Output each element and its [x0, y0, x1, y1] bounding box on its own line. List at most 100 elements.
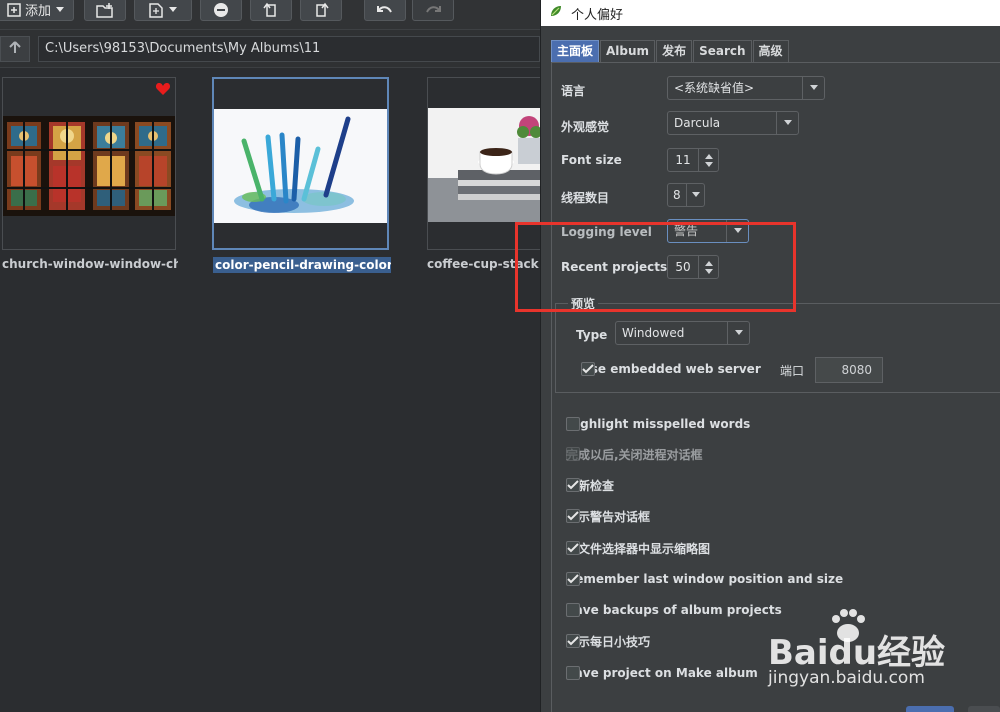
- thumbnail-caption-selected: color-pencil-drawing-coloring: [213, 257, 391, 273]
- option-checkbox-row: 完成以后,关闭进程对话框: [566, 446, 703, 462]
- font-size-label: Font size: [561, 153, 622, 167]
- color-pencil-image: [214, 109, 387, 223]
- option-label: Remember last window position and size: [566, 572, 844, 586]
- new-page-button[interactable]: [134, 0, 192, 21]
- checked-checkbox[interactable]: [566, 634, 580, 648]
- preview-type-label: Type: [576, 328, 608, 342]
- chevron-down-icon: [802, 77, 824, 99]
- chevron-down-icon: [727, 322, 749, 344]
- thumbnail-caption: coffee-cup-stack-b: [427, 257, 539, 271]
- thumbnail-color-pencil[interactable]: [212, 77, 389, 250]
- up-folder-button[interactable]: [0, 36, 30, 62]
- rotate-left-icon: [263, 2, 279, 18]
- checked-checkbox[interactable]: [566, 541, 580, 555]
- option-checkbox-row[interactable]: Save project on Make album: [566, 665, 758, 681]
- threads-label: 线程数目: [561, 191, 610, 205]
- minus-circle-icon: [213, 2, 229, 18]
- checked-checkbox[interactable]: [566, 478, 580, 492]
- recent-projects-spinner[interactable]: 50: [667, 255, 719, 279]
- tab-main[interactable]: 主面板: [551, 40, 600, 62]
- new-page-icon: [148, 2, 164, 18]
- spinner-arrows-icon[interactable]: [698, 149, 718, 171]
- chevron-down-icon: [168, 6, 178, 14]
- app-logo-icon: [549, 4, 563, 22]
- undo-icon: [377, 4, 393, 16]
- embedded-server-checkbox[interactable]: [581, 362, 595, 376]
- logging-level-value: 警告: [674, 224, 699, 238]
- dialog-title: 个人偏好: [571, 7, 624, 23]
- port-field[interactable]: 8080: [815, 357, 883, 383]
- favorite-heart-icon[interactable]: [155, 82, 171, 100]
- checked-checkbox[interactable]: [566, 509, 580, 523]
- baidu-watermark: Baidu经验 jingyan.baidu.com: [768, 605, 948, 688]
- unchecked-checkbox[interactable]: [566, 603, 580, 617]
- preview-type-select[interactable]: Windowed: [615, 321, 750, 345]
- preview-group-title: 预览: [568, 295, 599, 312]
- unchecked-checkbox[interactable]: [566, 417, 580, 431]
- main-toolbar: 添加: [0, 0, 540, 30]
- look-feel-value: Darcula: [674, 116, 721, 130]
- option-checkbox-row[interactable]: 显示每日小技巧: [566, 633, 650, 649]
- logging-level-select[interactable]: 警告: [667, 219, 749, 243]
- watermark-sub-text: jingyan.baidu.com: [768, 668, 925, 688]
- font-size-spinner[interactable]: 11: [667, 148, 719, 172]
- new-folder-button[interactable]: [84, 0, 126, 21]
- remove-button[interactable]: [200, 0, 242, 21]
- font-size-value: 11: [675, 153, 691, 167]
- logging-level-label: Logging level: [561, 225, 652, 239]
- dialog-titlebar[interactable]: 个人偏好: [541, 0, 1000, 26]
- spinner-arrows-icon[interactable]: [698, 256, 718, 278]
- option-checkbox-row[interactable]: Remember last window position and size: [566, 571, 843, 587]
- add-icon: [7, 2, 21, 17]
- option-label: Save project on Make album: [566, 666, 758, 680]
- threads-value: 8: [673, 188, 681, 202]
- tab-album[interactable]: Album: [600, 40, 656, 62]
- option-label: Highlight misspelled words: [566, 417, 751, 431]
- cancel-button[interactable]: [968, 706, 1000, 712]
- rotate-right-button[interactable]: [300, 0, 342, 21]
- add-button-label: 添加: [24, 4, 51, 19]
- thumbnail-caption: church-window-window-church: [2, 257, 178, 271]
- language-select[interactable]: <系统缺省值>: [667, 76, 825, 100]
- recent-projects-value: 50: [675, 260, 691, 274]
- thumbnail-coffee-cup[interactable]: [427, 77, 547, 250]
- language-label: 语言: [561, 84, 586, 98]
- add-button[interactable]: 添加: [0, 0, 74, 21]
- option-label: 完成以后,关闭进程对话框: [566, 447, 703, 462]
- tab-search[interactable]: Search: [693, 40, 752, 62]
- recent-projects-label: Recent projects: [561, 260, 668, 274]
- preferences-tabs: 主面板 Album 发布 Search 高级: [551, 40, 790, 62]
- option-checkbox-row[interactable]: 显示警告对话框: [566, 508, 650, 524]
- church-window-image: [3, 116, 175, 216]
- chevron-down-icon: [686, 184, 704, 206]
- embedded-server-checkbox-row[interactable]: Use embedded web server: [581, 361, 761, 377]
- tab-publish[interactable]: 发布: [656, 40, 693, 62]
- language-value: <系统缺省值>: [674, 81, 755, 95]
- chevron-down-icon: [55, 6, 65, 14]
- unchecked-checkbox[interactable]: [566, 666, 580, 680]
- tab-advanced[interactable]: 高级: [752, 40, 789, 62]
- option-checkbox-row[interactable]: Highlight misspelled words: [566, 416, 750, 432]
- threads-select[interactable]: 8: [667, 183, 705, 207]
- redo-button[interactable]: [412, 0, 454, 21]
- thumbnail-church-window[interactable]: [2, 77, 176, 250]
- rotate-left-button[interactable]: [250, 0, 292, 21]
- address-bar: C:\Users\98153\Documents\My Albums\11: [0, 30, 540, 68]
- option-checkbox-row[interactable]: Save backups of album projects: [566, 602, 782, 618]
- paw-logo-icon: [828, 607, 868, 649]
- option-checkbox-row[interactable]: 在文件选择器中显示缩略图: [566, 540, 710, 556]
- undo-button[interactable]: [364, 0, 406, 21]
- port-label: 端口: [780, 364, 805, 378]
- checked-checkbox[interactable]: [566, 572, 580, 586]
- preview-group: [555, 303, 1000, 393]
- look-feel-select[interactable]: Darcula: [667, 111, 799, 135]
- chevron-down-icon: [726, 220, 748, 242]
- option-checkbox-row[interactable]: 更新检查: [566, 477, 614, 493]
- path-field[interactable]: C:\Users\98153\Documents\My Albums\11: [38, 36, 540, 62]
- rotate-right-icon: [313, 2, 329, 18]
- coffee-cup-image: [428, 108, 547, 222]
- option-label: Save backups of album projects: [566, 603, 782, 617]
- ok-button[interactable]: [906, 706, 954, 712]
- embedded-server-label: Use embedded web server: [581, 362, 761, 376]
- unchecked-checkbox: [566, 447, 580, 461]
